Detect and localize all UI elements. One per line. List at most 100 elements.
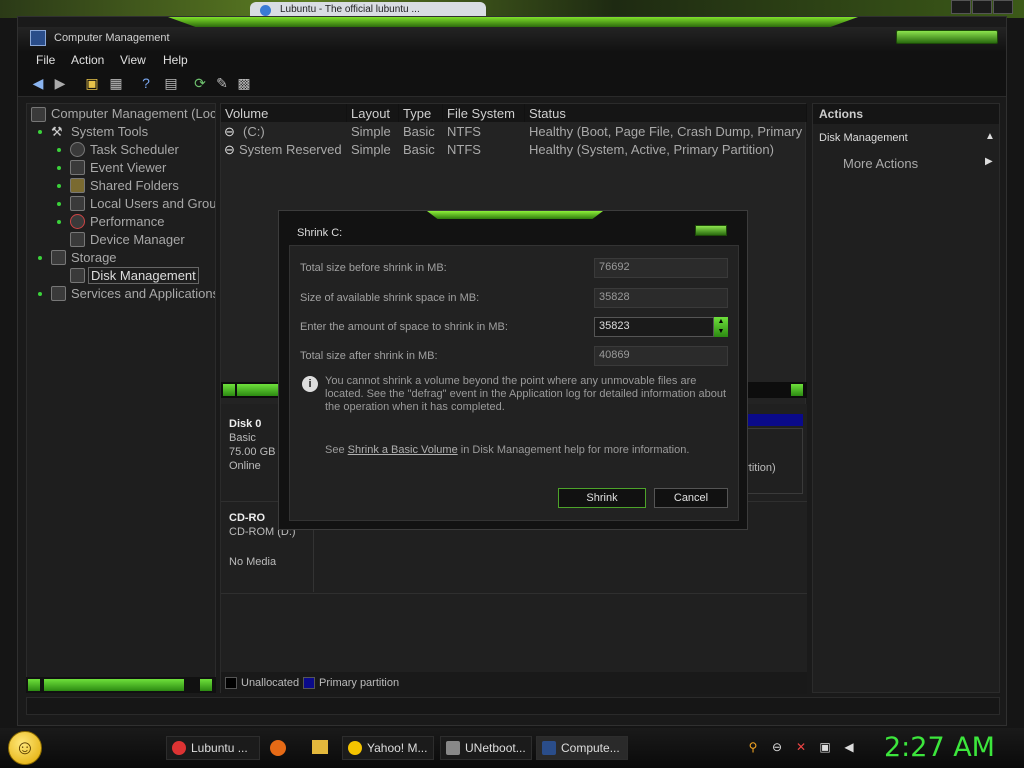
collapse-arrow-icon[interactable]: ▲ xyxy=(985,131,995,142)
help-icon[interactable]: ? xyxy=(138,75,154,91)
tree-item-device-manager[interactable]: Device Manager xyxy=(90,232,185,247)
firefox-icon[interactable] xyxy=(270,740,286,756)
tree-item-disk-management[interactable]: Disk Management xyxy=(88,267,199,284)
window-top-accent xyxy=(168,17,858,27)
tree-item-storage[interactable]: Storage xyxy=(71,250,117,265)
menu-file[interactable]: File xyxy=(36,53,55,67)
show-hide-tree-icon[interactable]: ▦ xyxy=(108,75,124,91)
export-list-icon[interactable]: ✎ xyxy=(214,75,230,91)
task-label: UNetboot... xyxy=(465,741,526,755)
disk-0-size: 75.00 GB xyxy=(229,446,276,458)
task-yahoo[interactable]: Yahoo! M... xyxy=(342,736,434,760)
dialog-close-button[interactable] xyxy=(695,225,727,236)
expand-dot[interactable] xyxy=(38,130,42,134)
computer-management-icon xyxy=(30,30,46,46)
total-size-after-value: 40869 xyxy=(594,346,728,366)
refresh-icon[interactable]: ⟳ xyxy=(192,75,208,91)
volume-status: Healthy (System, Active, Primary Partiti… xyxy=(529,142,774,157)
spinner-arrows-icon[interactable]: ▲ ▼ xyxy=(714,317,728,337)
menu-help[interactable]: Help xyxy=(163,53,188,67)
folder-up-icon[interactable]: ▣ xyxy=(84,75,100,91)
volume-name: System Reserved xyxy=(239,142,342,157)
window-controls[interactable] xyxy=(896,30,998,44)
network-icon[interactable]: ✕ xyxy=(794,740,808,754)
maximize-icon[interactable] xyxy=(972,0,992,14)
scroll-right-button[interactable] xyxy=(200,679,212,691)
scroll-thumb[interactable] xyxy=(44,679,184,691)
shared-folders-icon xyxy=(70,178,85,193)
column-header-type[interactable]: Type xyxy=(399,104,443,122)
forward-arrow-icon[interactable]: ▶ xyxy=(52,75,68,91)
drive-icon: ⊖ xyxy=(224,124,235,139)
legend-unallocated: Unallocated xyxy=(241,677,300,689)
tree-item-local-users[interactable]: Local Users and Grou xyxy=(90,196,215,211)
actions-header: Actions xyxy=(813,104,999,124)
cancel-button[interactable]: Cancel xyxy=(654,488,728,508)
disk-management-icon xyxy=(70,268,85,283)
tree-item-shared-folders[interactable]: Shared Folders xyxy=(90,178,179,193)
volume-icon[interactable]: ◀ xyxy=(842,740,856,754)
device-manager-icon xyxy=(70,232,85,247)
settings-icon[interactable]: ▩ xyxy=(236,75,252,91)
expand-dot[interactable] xyxy=(38,256,42,260)
task-unetbootin[interactable]: UNetboot... xyxy=(440,736,532,760)
tree-dot xyxy=(57,202,61,206)
task-lubuntu[interactable]: Lubuntu ... xyxy=(166,736,260,760)
column-header-layout[interactable]: Layout xyxy=(347,104,399,122)
tree-root[interactable]: Computer Management (Loc xyxy=(51,106,215,121)
primary-partition-bar xyxy=(747,414,803,426)
users-icon xyxy=(70,196,85,211)
start-menu-icon[interactable]: ☺ xyxy=(8,731,42,765)
display-icon[interactable]: ▣ xyxy=(818,740,832,754)
scroll-thumb[interactable] xyxy=(237,384,281,396)
shrink-amount-input[interactable]: 35823 xyxy=(594,317,714,337)
task-computer-management[interactable]: Compute... xyxy=(536,736,628,760)
search-icon[interactable]: ⚲ xyxy=(746,740,760,754)
tree-item-system-tools[interactable]: System Tools xyxy=(71,124,148,139)
column-header-status[interactable]: Status xyxy=(525,104,807,122)
services-icon xyxy=(51,286,66,301)
tree-item-task-scheduler[interactable]: Task Scheduler xyxy=(90,142,179,157)
legend-primary: Primary partition xyxy=(319,677,400,689)
info-icon: i xyxy=(302,376,318,392)
available-shrink-value: 35828 xyxy=(594,288,728,308)
column-header-file-system[interactable]: File System xyxy=(443,104,525,122)
help-link[interactable]: Shrink a Basic Volume xyxy=(348,444,458,456)
window-title: Computer Management xyxy=(54,32,170,44)
help-prefix: See xyxy=(325,444,348,456)
chrome-icon xyxy=(260,5,271,16)
close-icon[interactable] xyxy=(993,0,1013,14)
minimize-icon[interactable] xyxy=(951,0,971,14)
scroll-left-button[interactable] xyxy=(28,679,40,691)
more-actions[interactable]: More Actions xyxy=(843,156,918,171)
properties-icon[interactable]: ▤ xyxy=(163,75,179,91)
unallocated-swatch xyxy=(225,677,237,689)
tree-item-services-and-applications[interactable]: Services and Applications xyxy=(71,286,215,301)
cdrom-media: No Media xyxy=(229,556,277,568)
menu-action[interactable]: Action xyxy=(71,53,104,67)
scroll-left-button[interactable] xyxy=(223,384,235,396)
actions-section-disk-management[interactable]: Disk Management xyxy=(819,132,908,144)
available-shrink-label: Size of available shrink space in MB: xyxy=(300,292,480,304)
minus-circle-icon[interactable]: ⊖ xyxy=(770,740,784,754)
scroll-right-button[interactable] xyxy=(791,384,803,396)
tree-item-performance[interactable]: Performance xyxy=(90,214,164,229)
shrink-button[interactable]: Shrink xyxy=(558,488,646,508)
primary-partition-swatch xyxy=(303,677,315,689)
tree-horizontal-scrollbar[interactable] xyxy=(26,677,216,693)
shrink-dialog: Shrink C: Total size before shrink in MB… xyxy=(278,210,748,530)
storage-icon xyxy=(51,250,66,265)
unetbootin-icon xyxy=(446,741,460,755)
taskbar: ☺ Lubuntu ... Yahoo! M... UNetboot... Co… xyxy=(0,728,1024,768)
menu-view[interactable]: View xyxy=(120,53,146,67)
expand-dot[interactable] xyxy=(38,292,42,296)
partition-block[interactable] xyxy=(747,428,803,494)
column-header-volume[interactable]: Volume xyxy=(221,104,347,122)
tree-item-event-viewer[interactable]: Event Viewer xyxy=(90,160,166,175)
clock[interactable]: 2:27 AM xyxy=(884,732,995,763)
file-manager-icon[interactable] xyxy=(312,740,328,754)
back-arrow-icon[interactable]: ◀ xyxy=(30,75,46,91)
disk-0-label: Disk 0 xyxy=(229,418,262,430)
drive-icon: ⊖ xyxy=(224,142,235,157)
browser-window-controls xyxy=(950,0,1016,16)
